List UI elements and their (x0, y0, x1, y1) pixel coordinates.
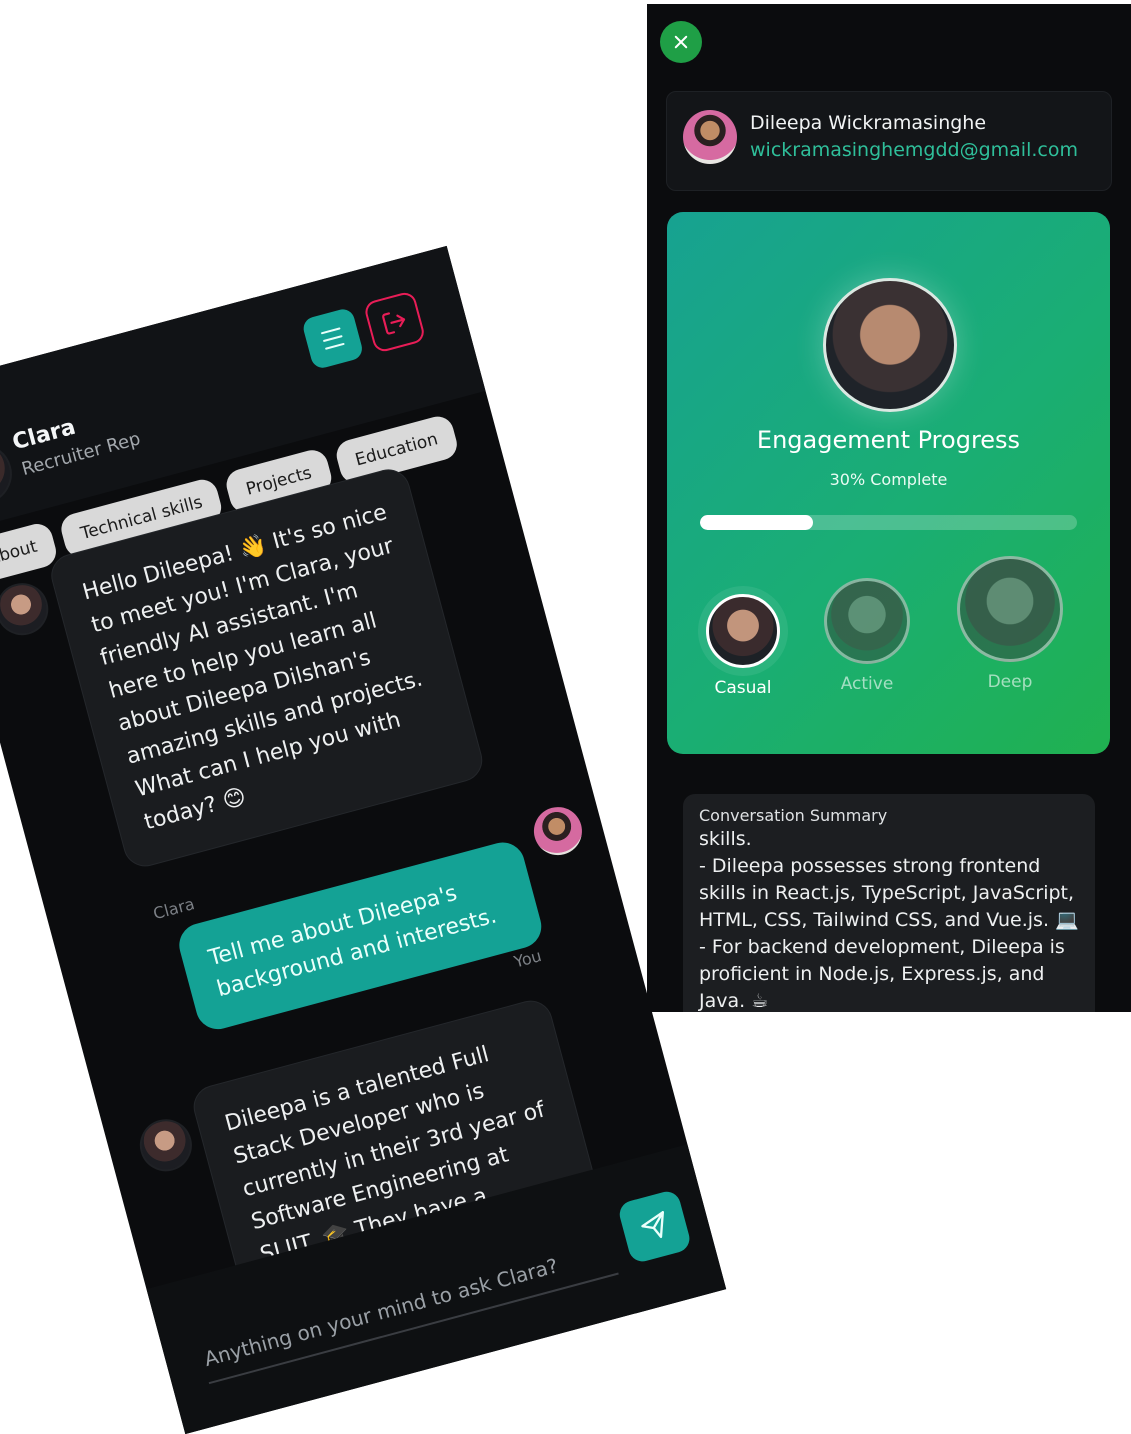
clara-avatar (0, 577, 55, 642)
engagement-subtitle: 30% Complete (829, 470, 948, 489)
summary-title: Conversation Summary (699, 806, 888, 825)
level-deep[interactable]: Deep (957, 556, 1063, 692)
user-email[interactable]: wickramasinghemgdd@gmail.com (750, 139, 1078, 161)
chat-screen: Clara Recruiter Rep About Technical skil… (0, 245, 727, 1434)
clara-avatar (134, 1113, 198, 1178)
logout-icon (382, 312, 406, 335)
level-deep-avatar (957, 556, 1063, 662)
progress-fill (700, 515, 814, 530)
level-label: Deep (987, 672, 1033, 692)
chat-header: Clara Recruiter Rep About Technical skil… (0, 245, 486, 586)
level-label: Active (840, 674, 894, 694)
level-casual[interactable]: Casual (703, 594, 783, 698)
user-name: Dileepa Wickramasinghe (750, 112, 987, 134)
progress-track (700, 515, 1077, 530)
user-message: Tell me about Dileepa's background and i… (174, 837, 547, 1035)
send-icon (641, 1211, 664, 1239)
close-icon (674, 35, 688, 49)
user-avatar (528, 801, 588, 861)
logout-button[interactable] (362, 290, 427, 354)
level-label: Casual (714, 678, 772, 698)
engagement-avatar (823, 278, 957, 412)
close-button[interactable] (660, 21, 702, 63)
level-active-avatar (824, 578, 910, 664)
engagement-card: Engagement Progress 30% Complete Casual … (667, 212, 1110, 754)
engagement-title: Engagement Progress (756, 426, 1021, 454)
menu-icon (320, 324, 346, 352)
message-caption-user: You (511, 945, 544, 972)
profile-panel: Dileepa Wickramasinghe wickramasinghemgd… (647, 4, 1131, 1012)
user-card: Dileepa Wickramasinghe wickramasinghemgd… (666, 91, 1112, 191)
level-casual-avatar (706, 594, 780, 668)
conversation-summary: Conversation Summary skills. - Dileepa p… (683, 794, 1095, 1012)
summary-text: skills. - Dileepa possesses strong front… (699, 828, 1079, 1012)
menu-button[interactable] (300, 306, 365, 371)
level-active[interactable]: Active (821, 578, 913, 694)
message-caption-bot: Clara (151, 894, 197, 924)
send-button[interactable] (616, 1188, 693, 1265)
user-avatar (683, 110, 737, 164)
